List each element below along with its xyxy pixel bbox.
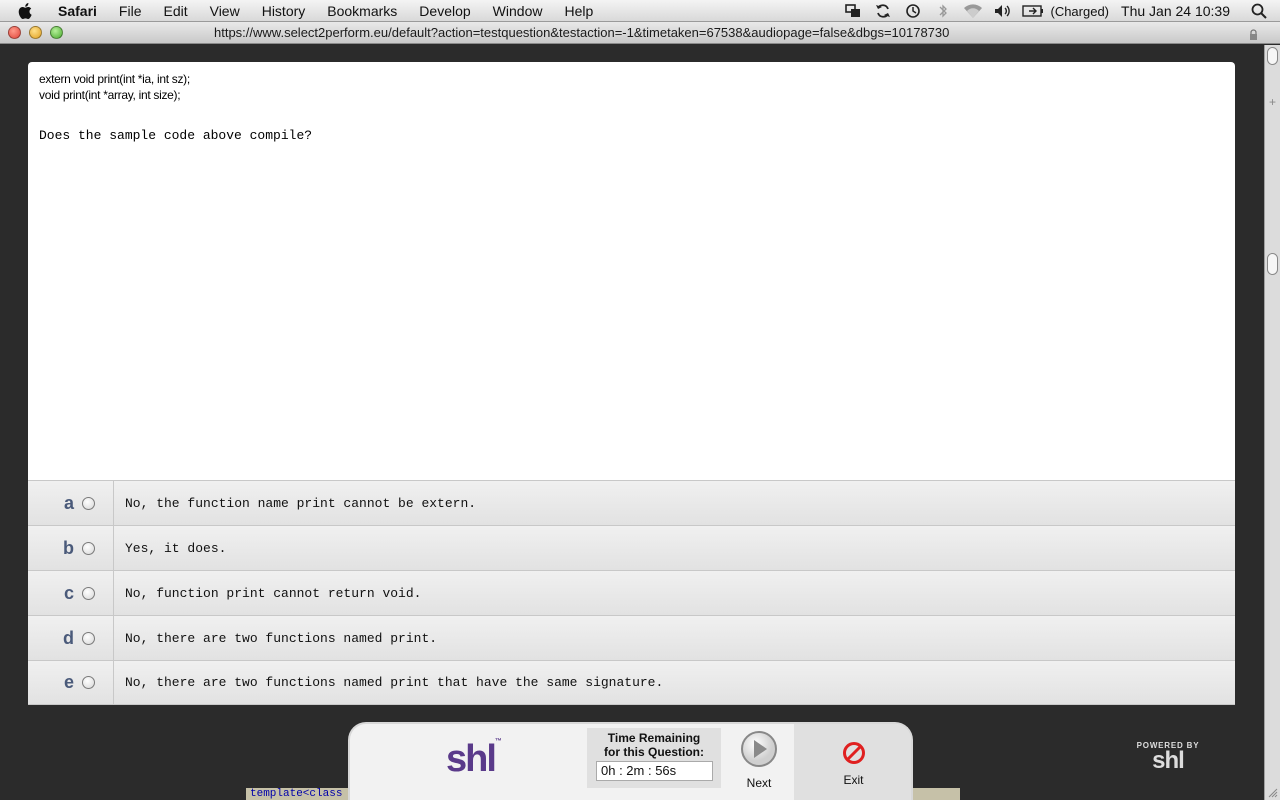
powered-by-logo: shl	[1152, 747, 1185, 774]
no-entry-icon	[843, 742, 865, 764]
shl-logo-text: shl	[446, 738, 497, 780]
question-text: Does the sample code above compile?	[39, 128, 313, 143]
status-area: (Charged) Thu Jan 24 10:39	[838, 0, 1280, 22]
wifi-icon[interactable]	[958, 3, 988, 19]
answer-key: e	[28, 661, 114, 704]
menu-view[interactable]: View	[199, 3, 251, 19]
test-control-bar: shl™ Time Remaining for this Question: 0…	[348, 722, 913, 800]
timer-label: Time Remaining for this Question:	[587, 731, 721, 759]
menu-edit[interactable]: Edit	[152, 3, 198, 19]
timer-value: 0h : 2m : 56s	[596, 761, 713, 781]
answer-text: No, there are two functions named print …	[125, 675, 664, 690]
menu-window[interactable]: Window	[482, 3, 554, 19]
close-window-button[interactable]	[8, 26, 21, 39]
screen-share-icon[interactable]	[838, 4, 868, 18]
answer-letter: c	[63, 582, 74, 603]
volume-icon[interactable]	[988, 4, 1018, 18]
next-button[interactable]: Next	[724, 728, 794, 798]
answer-option-e[interactable]: e No, there are two functions named prin…	[28, 660, 1235, 705]
menu-develop[interactable]: Develop	[408, 3, 481, 19]
answer-text: No, there are two functions named print.	[125, 630, 438, 646]
menu-history[interactable]: History	[251, 3, 317, 19]
answer-key: c	[28, 571, 114, 615]
zoom-window-button[interactable]	[50, 26, 63, 39]
timer-label-line2: for this Question:	[604, 745, 704, 759]
battery-icon[interactable]	[1018, 5, 1048, 17]
minimize-window-button[interactable]	[29, 26, 42, 39]
timer-label-line1: Time Remaining	[607, 731, 701, 745]
answer-text: No, function print cannot return void.	[125, 585, 422, 601]
scroll-knob-top[interactable]	[1267, 47, 1278, 65]
play-icon	[741, 731, 777, 767]
menu-clock[interactable]: Thu Jan 24 10:39	[1121, 3, 1230, 19]
answer-radio-a[interactable]	[82, 496, 95, 510]
background-window-edge: +	[1264, 45, 1280, 800]
spotlight-search-icon[interactable]	[1244, 3, 1274, 19]
answer-radio-d[interactable]	[82, 631, 95, 645]
battery-status: (Charged)	[1050, 3, 1110, 19]
exit-button[interactable]: Exit	[794, 724, 911, 800]
timer-box: Time Remaining for this Question: 0h : 2…	[587, 728, 721, 788]
answer-key: d	[28, 616, 114, 660]
window-controls	[8, 26, 63, 39]
bluetooth-icon[interactable]	[928, 3, 958, 19]
answer-option-a[interactable]: a No, the function name print cannot be …	[28, 480, 1235, 525]
code-line-2: void print(int *array, int size);	[39, 88, 181, 102]
answer-text: No, the function name print cannot be ex…	[125, 495, 477, 511]
answer-option-c[interactable]: c No, function print cannot return void.	[28, 570, 1235, 615]
exit-label: Exit	[843, 773, 864, 787]
answer-key: b	[28, 526, 114, 570]
menu-bookmarks[interactable]: Bookmarks	[316, 3, 408, 19]
answer-radio-b[interactable]	[82, 541, 95, 555]
answer-text: Yes, it does.	[125, 540, 227, 556]
apple-menu-icon[interactable]	[18, 2, 40, 20]
powered-by-shl: POWERED BY shl	[1133, 741, 1203, 774]
answer-letter: e	[63, 672, 74, 692]
plus-icon: +	[1269, 95, 1277, 109]
shl-logo: shl™	[446, 738, 502, 781]
lock-icon	[1249, 27, 1258, 45]
answer-letter: b	[63, 537, 74, 558]
menu-safari[interactable]: Safari	[54, 3, 108, 19]
answer-list: a No, the function name print cannot be …	[28, 480, 1235, 705]
scrollbar-thumb[interactable]	[1267, 253, 1278, 275]
answer-option-d[interactable]: d No, there are two functions named prin…	[28, 615, 1235, 660]
next-label: Next	[746, 776, 772, 790]
menu-bar: Safari File Edit View History Bookmarks …	[0, 0, 1280, 22]
answer-letter: d	[63, 627, 74, 648]
answer-letter: a	[63, 492, 74, 513]
menu-file[interactable]: File	[108, 3, 153, 19]
sync-icon[interactable]	[868, 3, 898, 19]
trademark-mark: ™	[494, 738, 502, 745]
test-page: extern void print(int *ia, int sz); void…	[0, 45, 1264, 800]
answer-radio-e[interactable]	[82, 676, 95, 689]
time-machine-icon[interactable]	[898, 3, 928, 19]
resize-grip-icon[interactable]	[1268, 788, 1278, 798]
answer-key: a	[28, 481, 114, 525]
question-panel: extern void print(int *ia, int sz); void…	[28, 62, 1235, 480]
page-url: https://www.select2perform.eu/default?ac…	[214, 25, 950, 40]
menu-help[interactable]: Help	[553, 3, 604, 19]
answer-option-b[interactable]: b Yes, it does.	[28, 525, 1235, 570]
answer-radio-c[interactable]	[82, 586, 95, 600]
browser-title-bar: https://www.select2perform.eu/default?ac…	[0, 22, 1280, 44]
code-line-1: extern void print(int *ia, int sz);	[39, 72, 190, 86]
